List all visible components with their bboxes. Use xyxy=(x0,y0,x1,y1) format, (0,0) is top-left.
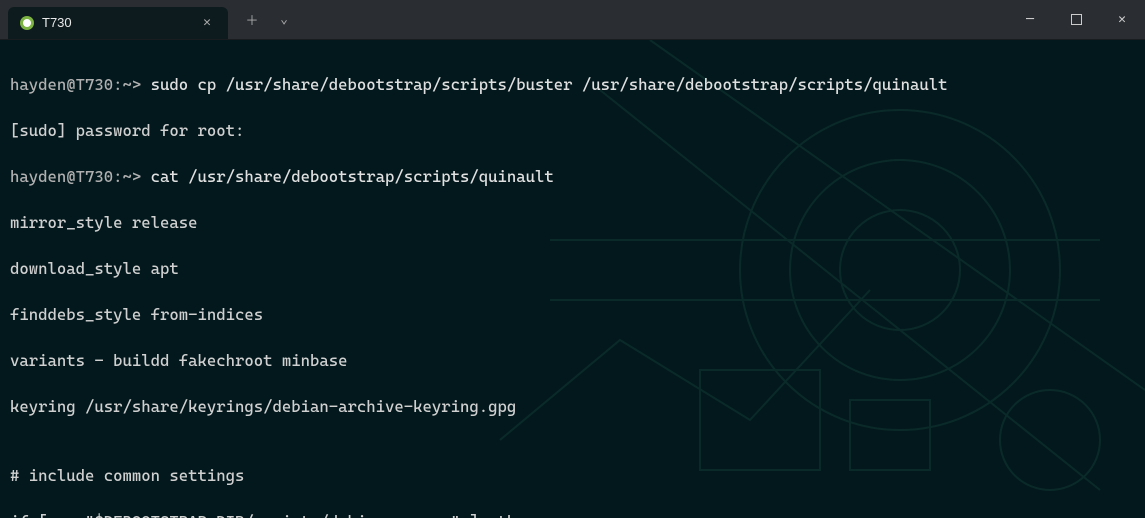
terminal-line: hayden@T730:~> sudo cp /usr/share/deboot… xyxy=(10,73,1135,96)
opensuse-icon xyxy=(20,16,34,30)
tab-action-bar: ＋ ⌄ xyxy=(240,8,296,32)
terminal-line: variants - buildd fakechroot minbase xyxy=(10,349,1135,372)
tab-title: T730 xyxy=(42,15,190,30)
terminal-content: hayden@T730:~> sudo cp /usr/share/deboot… xyxy=(0,40,1145,518)
terminal-line: finddebs_style from-indices xyxy=(10,303,1135,326)
window-controls: ─ ✕ xyxy=(1007,0,1145,39)
terminal-surface[interactable]: hayden@T730:~> sudo cp /usr/share/deboot… xyxy=(0,40,1145,518)
tab-dropdown-button[interactable]: ⌄ xyxy=(272,8,296,32)
terminal-line: hayden@T730:~> cat /usr/share/debootstra… xyxy=(10,165,1135,188)
terminal-line: # include common settings xyxy=(10,464,1135,487)
command-text: cat /usr/share/debootstrap/scripts/quina… xyxy=(151,165,554,188)
minimize-button[interactable]: ─ xyxy=(1007,0,1053,39)
terminal-line: mirror_style release xyxy=(10,211,1135,234)
shell-prompt: hayden@T730:~> xyxy=(10,165,151,188)
titlebar: T730 ✕ ＋ ⌄ ─ ✕ xyxy=(0,0,1145,40)
terminal-line: keyring /usr/share/keyrings/debian-archi… xyxy=(10,395,1135,418)
maximize-icon xyxy=(1071,14,1082,25)
new-tab-button[interactable]: ＋ xyxy=(240,8,264,32)
terminal-line: download_style apt xyxy=(10,257,1135,280)
command-text: sudo cp /usr/share/debootstrap/scripts/b… xyxy=(151,73,948,96)
terminal-line: [sudo] password for root: xyxy=(10,119,1135,142)
maximize-button[interactable] xyxy=(1053,0,1099,39)
tab-close-button[interactable]: ✕ xyxy=(198,14,216,32)
shell-prompt: hayden@T730:~> xyxy=(10,73,151,96)
terminal-tab[interactable]: T730 ✕ xyxy=(8,7,228,39)
close-window-button[interactable]: ✕ xyxy=(1099,0,1145,39)
terminal-line: if [ -e "$DEBOOTSTRAP_DIR/scripts/debian… xyxy=(10,510,1135,518)
